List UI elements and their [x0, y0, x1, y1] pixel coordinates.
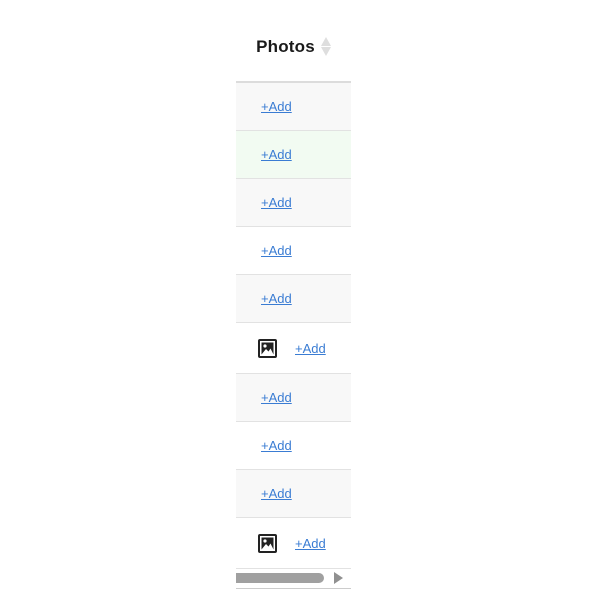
- table-row: +Add: [236, 131, 351, 179]
- add-photo-link[interactable]: +Add: [261, 486, 292, 501]
- table-row: +Add: [236, 275, 351, 323]
- add-photo-link[interactable]: +Add: [261, 195, 292, 210]
- scroll-right-icon[interactable]: [334, 572, 343, 584]
- add-photo-link[interactable]: +Add: [261, 291, 292, 306]
- sort-icon[interactable]: [320, 37, 331, 56]
- add-photo-link[interactable]: +Add: [261, 99, 292, 114]
- table-row: +Add: [236, 323, 351, 374]
- add-photo-link[interactable]: +Add: [295, 536, 326, 551]
- scrollbar-thumb[interactable]: [236, 573, 324, 583]
- table-row: +Add: [236, 470, 351, 518]
- add-photo-link[interactable]: +Add: [295, 341, 326, 356]
- table-row: +Add: [236, 83, 351, 131]
- add-photo-link[interactable]: +Add: [261, 147, 292, 162]
- table-row: +Add: [236, 422, 351, 470]
- image-icon[interactable]: [258, 533, 277, 553]
- photos-column: Photos +Add +Add +Add +Add +Add +Add +Ad…: [236, 0, 351, 589]
- add-photo-link[interactable]: +Add: [261, 390, 292, 405]
- table-row: +Add: [236, 518, 351, 569]
- table-row: +Add: [236, 179, 351, 227]
- image-icon[interactable]: [258, 338, 277, 358]
- column-header[interactable]: Photos: [236, 0, 351, 83]
- horizontal-scrollbar[interactable]: [236, 569, 351, 589]
- column-header-title: Photos: [256, 36, 315, 56]
- add-photo-link[interactable]: +Add: [261, 438, 292, 453]
- table-row: +Add: [236, 227, 351, 275]
- add-photo-link[interactable]: +Add: [261, 243, 292, 258]
- table-row: +Add: [236, 374, 351, 422]
